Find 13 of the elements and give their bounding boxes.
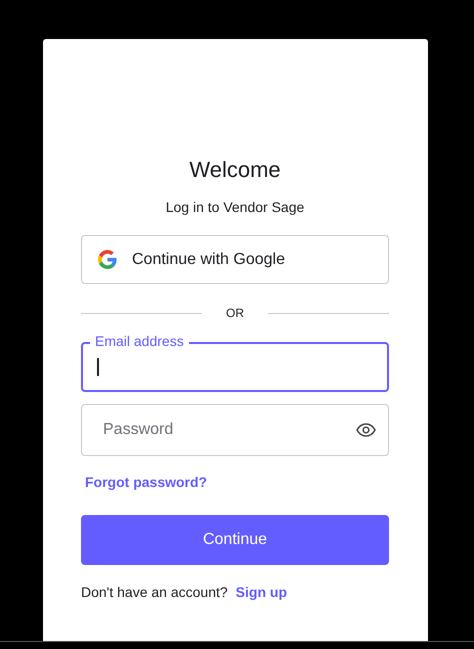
welcome-title: Welcome [189,157,281,183]
sign-up-link[interactable]: Sign up [236,584,287,600]
show-password-icon[interactable] [356,423,376,437]
text-cursor [97,358,98,376]
or-divider-label: OR [225,306,245,320]
subtitle: Log in to Vendor Sage [166,199,304,215]
google-logo-icon [98,250,117,269]
email-label: Email address [90,333,189,349]
signup-prompt: Don't have an account? [81,584,228,600]
forgot-password-link[interactable]: Forgot password? [85,474,208,490]
continue-button[interactable]: Continue [81,515,389,565]
google-signin-button[interactable]: Continue with Google [81,235,389,284]
password-field[interactable]: Password [81,404,389,456]
